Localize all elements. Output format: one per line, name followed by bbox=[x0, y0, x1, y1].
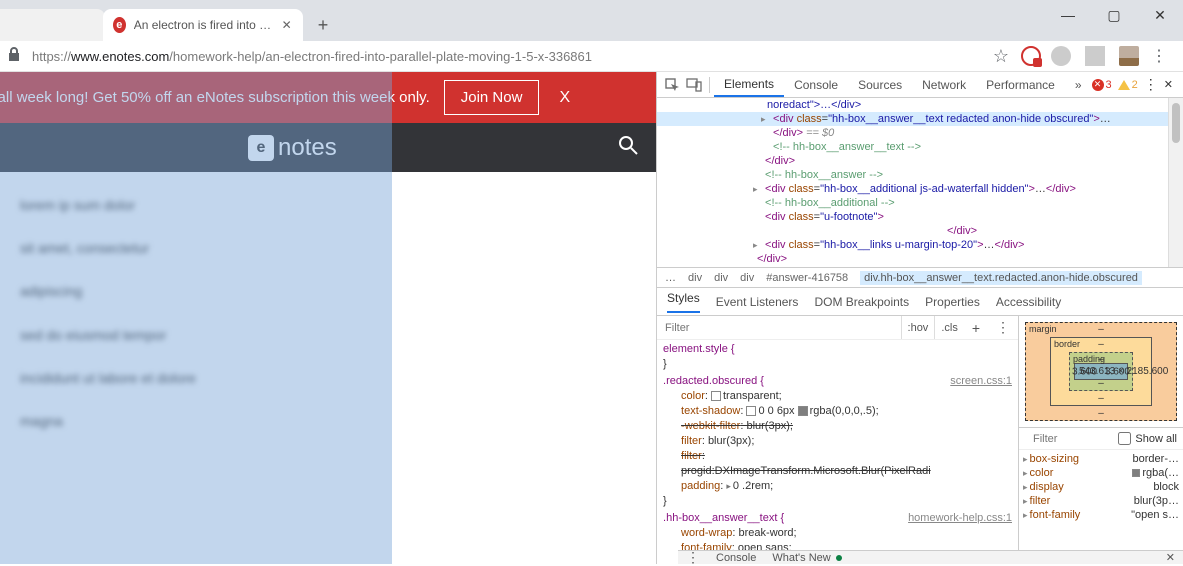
tab-performance[interactable]: Performance bbox=[976, 72, 1065, 97]
tab-2-active[interactable]: e An electron is fired into a parallel ✕ bbox=[103, 9, 303, 41]
window-controls: — ▢ ✕ bbox=[1045, 0, 1183, 30]
devtools-inspect-overlay bbox=[0, 72, 392, 564]
maximize-button[interactable]: ▢ bbox=[1091, 0, 1137, 30]
source-link[interactable]: screen.css:1 bbox=[950, 374, 1012, 389]
devtools-toolbar: Elements Console Sources Network Perform… bbox=[657, 72, 1183, 98]
tab-network[interactable]: Network bbox=[912, 72, 976, 97]
subtab-event-listeners[interactable]: Event Listeners bbox=[716, 295, 799, 309]
separator bbox=[1085, 46, 1105, 66]
favicon-icon: e bbox=[113, 17, 126, 33]
device-toggle-icon[interactable] bbox=[683, 74, 705, 96]
styles-filter-input[interactable] bbox=[657, 322, 900, 334]
devtools-menu-icon[interactable]: ⋮ bbox=[1144, 76, 1158, 93]
tab-console[interactable]: Console bbox=[784, 72, 848, 97]
extension-1-icon[interactable] bbox=[1021, 46, 1041, 66]
toggle-icon[interactable]: ▸ bbox=[753, 182, 758, 196]
drawer-whatsnew-tab[interactable]: What's New bbox=[772, 552, 841, 564]
extension-2-icon[interactable] bbox=[1051, 46, 1071, 66]
subtab-dom-breakpoints[interactable]: DOM Breakpoints bbox=[814, 295, 909, 309]
minimize-button[interactable]: — bbox=[1045, 0, 1091, 30]
bookmark-icon[interactable]: ☆ bbox=[991, 46, 1011, 66]
url-domain: www.enotes.com bbox=[71, 49, 169, 64]
separator bbox=[709, 77, 710, 93]
web-page: er Monday sale—all week long! Get 50% of… bbox=[0, 72, 656, 564]
lock-icon[interactable] bbox=[8, 47, 24, 66]
warning-count[interactable]: 2 bbox=[1118, 79, 1138, 91]
new-rule-button[interactable]: + bbox=[964, 320, 988, 336]
devtools-close-icon[interactable]: ✕ bbox=[1164, 78, 1173, 91]
drawer-menu-icon[interactable]: ⋮ bbox=[686, 549, 700, 566]
computed-filter-input[interactable] bbox=[1025, 433, 1118, 445]
url-display[interactable]: https://www.enotes.com/homework-help/an-… bbox=[32, 49, 991, 64]
new-indicator-icon bbox=[836, 555, 842, 561]
box-model[interactable]: margin – – border – – padding – – 3.600 bbox=[1019, 316, 1183, 428]
subtab-properties[interactable]: Properties bbox=[925, 295, 980, 309]
close-icon[interactable]: ✕ bbox=[280, 17, 293, 33]
inspect-icon[interactable] bbox=[661, 74, 683, 96]
banner-close-button[interactable]: X bbox=[559, 89, 570, 107]
close-button[interactable]: ✕ bbox=[1137, 0, 1183, 30]
styles-filter-row: :hov .cls + ⋮ bbox=[657, 316, 1018, 340]
subtab-accessibility[interactable]: Accessibility bbox=[996, 295, 1061, 309]
devtools-drawer: ⋮ Console What's New ✕ bbox=[678, 550, 1183, 564]
cls-toggle[interactable]: .cls bbox=[934, 316, 964, 339]
tab-sources[interactable]: Sources bbox=[848, 72, 912, 97]
dom-breadcrumb[interactable]: … div div div #answer-416758 div.hh-box_… bbox=[657, 268, 1183, 288]
computed-filter-row: Show all bbox=[1019, 428, 1183, 450]
search-icon[interactable] bbox=[618, 135, 638, 160]
tab-1[interactable]: September 2018 ✕ bbox=[0, 9, 105, 41]
browser-tab-strip: September 2018 ✕ e An electron is fired … bbox=[0, 0, 1183, 41]
css-rule-list[interactable]: element.style {} screen.css:1 .redacted.… bbox=[657, 340, 1018, 564]
tab-more[interactable]: » bbox=[1065, 72, 1092, 97]
computed-pane: margin – – border – – padding – – 3.600 bbox=[1019, 316, 1183, 564]
toggle-icon[interactable]: ▸ bbox=[753, 238, 758, 252]
show-all-checkbox[interactable] bbox=[1118, 432, 1131, 445]
extension-3-icon[interactable] bbox=[1119, 46, 1139, 66]
tab-elements[interactable]: Elements bbox=[714, 72, 784, 97]
show-all-label: Show all bbox=[1135, 433, 1177, 445]
new-tab-button[interactable]: + bbox=[309, 11, 337, 39]
styles-pane: :hov .cls + ⋮ element.style {} screen.cs… bbox=[657, 316, 1019, 564]
toolbar-icons: ☆ ⋮ bbox=[991, 46, 1169, 66]
scrollbar[interactable] bbox=[1168, 98, 1183, 267]
toggle-icon[interactable]: ▸ bbox=[761, 112, 766, 126]
address-bar: https://www.enotes.com/homework-help/an-… bbox=[0, 41, 1183, 72]
styles-menu-icon[interactable]: ⋮ bbox=[988, 319, 1018, 336]
tab-title: An electron is fired into a parallel bbox=[134, 18, 273, 32]
devtools-panel: Elements Console Sources Network Perform… bbox=[656, 72, 1183, 564]
drawer-close-icon[interactable]: ✕ bbox=[1166, 551, 1175, 564]
dom-tree[interactable]: noredact">…</div> ▸ <div class="hh-box__… bbox=[657, 98, 1183, 268]
hov-toggle[interactable]: :hov bbox=[901, 316, 935, 339]
error-count[interactable]: ✕3 bbox=[1092, 79, 1112, 91]
url-proto: https:// bbox=[32, 49, 71, 64]
subtab-styles[interactable]: Styles bbox=[667, 291, 700, 313]
source-link[interactable]: homework-help.css:1 bbox=[908, 511, 1012, 526]
computed-list[interactable]: box-sizingborder-… colorrgba(… displaybl… bbox=[1019, 450, 1183, 524]
url-path: /homework-help/an-electron-fired-into-pa… bbox=[169, 49, 592, 64]
devtools-tabs: Elements Console Sources Network Perform… bbox=[714, 72, 1092, 97]
drawer-console-tab[interactable]: Console bbox=[716, 552, 756, 564]
chrome-menu-icon[interactable]: ⋮ bbox=[1149, 46, 1169, 66]
join-now-button[interactable]: Join Now bbox=[444, 80, 540, 115]
styles-subtabs: Styles Event Listeners DOM Breakpoints P… bbox=[657, 288, 1183, 316]
